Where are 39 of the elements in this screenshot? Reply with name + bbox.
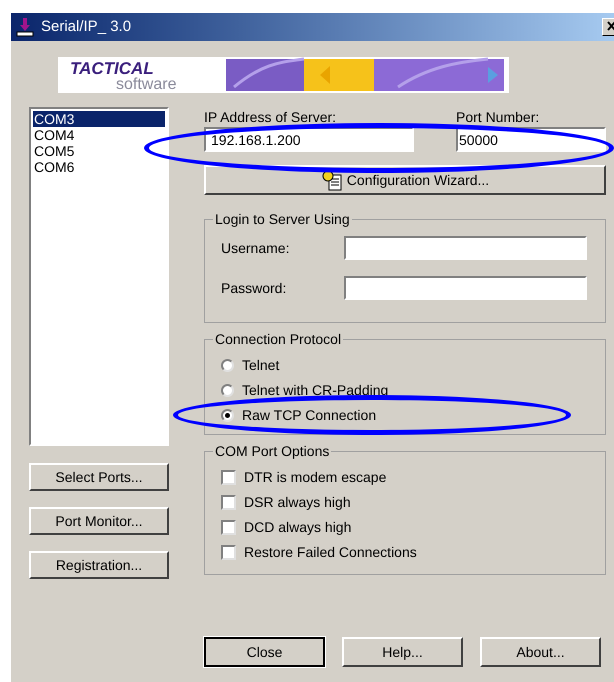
group-title: COM Port Options [214,442,330,461]
download-icon [15,17,35,37]
side-button[interactable]: Registration... [29,551,169,579]
field-label: Port Number: [456,108,540,127]
side-button[interactable]: Select Ports... [29,463,169,491]
close-button[interactable] [602,18,614,36]
ip-address-field[interactable]: 192.168.1.200 [204,127,414,152]
list-item[interactable]: COM4 [33,127,165,143]
checkbox[interactable] [221,470,236,484]
dialog-button[interactable]: Close [204,637,325,667]
radio-button[interactable] [221,384,234,396]
checkbox[interactable] [221,520,236,534]
radio-button[interactable] [221,358,234,372]
text-field[interactable] [344,236,587,260]
radio-button[interactable] [221,408,234,422]
field-label: Password: [221,278,288,298]
window-title: Serial/IP_ 3.0 [41,16,132,37]
group-title: Connection Protocol [214,330,342,349]
checkbox[interactable] [221,494,236,510]
option-label: DTR is modem escape [244,468,386,487]
option-label: Restore Failed Connections [244,542,417,562]
side-button[interactable]: Port Monitor... [29,507,169,535]
option-label: Telnet [242,356,280,374]
logo-drawing: TACTICAL software [58,57,509,93]
field-label: IP Address of Server: [204,108,338,127]
option-label: DCD always high [244,518,352,537]
list-item[interactable]: COM6 [33,159,165,175]
text-field[interactable] [344,276,587,300]
list-item[interactable]: COM3 [33,111,165,127]
option-label: Telnet with CR-Padding [242,380,388,400]
option-label: Raw TCP Connection [242,406,376,424]
dialog-button[interactable]: About... [480,637,601,667]
group-title: Login to Server Using [214,210,351,229]
dialog-button[interactable]: Help... [342,637,463,667]
checkbox[interactable] [221,544,236,560]
list-item[interactable]: COM5 [33,143,165,159]
option-label: DSR always high [244,492,351,512]
port-list[interactable]: COM3 COM4 COM5 COM6 [29,107,169,446]
field-label: Username: [221,238,290,258]
